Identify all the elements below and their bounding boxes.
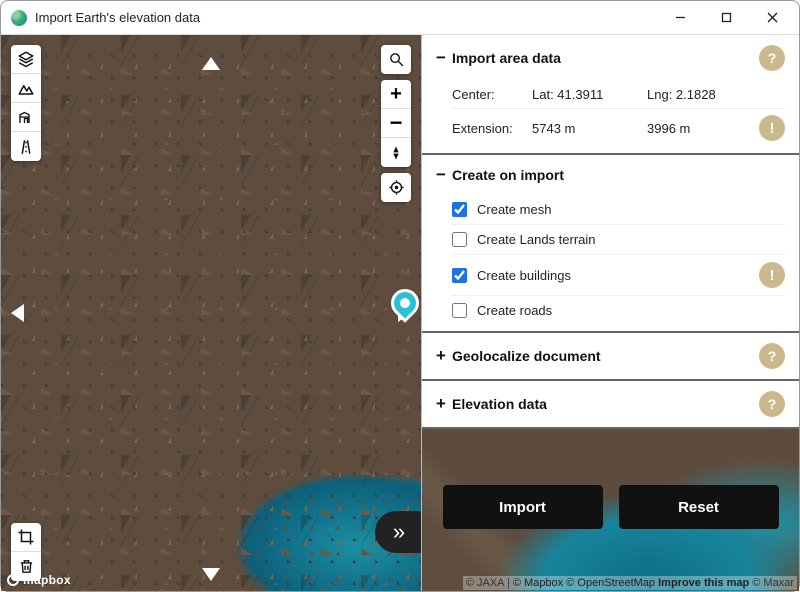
option-create-buildings: Create buildings ! [452,255,785,296]
section-create-body: Create mesh Create Lands terrain Create … [422,195,799,331]
titlebar: Import Earth's elevation data [1,1,799,35]
import-button[interactable]: Import [443,485,603,529]
mapbox-logo: mapbox [7,573,71,587]
option-create-roads: Create roads [452,296,785,325]
collapse-icon: − [436,165,452,185]
warn-button[interactable]: ! [759,115,785,141]
value-ext-h: 3996 m [647,121,759,136]
collapse-icon: − [436,48,452,68]
row-extension: Extension: 5743 m 3996 m ! [452,109,785,147]
zoom-in-button[interactable]: + [381,80,411,109]
help-button[interactable]: ? [759,45,785,71]
section-import-area-header[interactable]: − Import area data ? [422,35,799,81]
geolocate-button[interactable] [381,173,411,202]
reset-button[interactable]: Reset [619,485,779,529]
pan-south-button[interactable] [202,568,220,581]
label-center: Center: [452,87,532,102]
checkbox-label: Create mesh [477,202,551,217]
map-controls: + − [381,45,411,202]
label-extension: Extension: [452,121,532,136]
side-panel: − Import area data ? Center: Lat: 41.391… [421,35,799,591]
chevrons-right-icon: » [393,519,405,545]
section-elevation-header[interactable]: + Elevation data ? [422,381,799,427]
section-geolocalize: + Geolocalize document ? [422,333,799,381]
map-viewport[interactable]: + − » [1,35,421,591]
option-create-lands-terrain: Create Lands terrain [452,225,785,255]
attr-improve-link[interactable]: Improve this map [658,577,749,589]
roads-button[interactable] [11,132,41,161]
map-marker[interactable] [385,283,421,323]
checkbox-label: Create buildings [477,268,571,283]
attr-mapbox-link[interactable]: © Mapbox [513,577,563,589]
layers-button[interactable] [11,45,41,74]
checkbox-create-lands-terrain[interactable] [452,232,467,247]
expand-icon: + [436,394,452,414]
checkbox-label: Create roads [477,303,552,318]
help-button[interactable]: ? [759,391,785,417]
mapbox-logo-icon [7,574,19,586]
zoom-out-button[interactable]: − [381,109,411,138]
value-lng: Lng: 2.1828 [647,87,785,102]
action-bar: Import Reset [422,471,799,543]
app-window: Import Earth's elevation data [0,0,800,592]
section-import-area-body: Center: Lat: 41.3911 Lng: 2.1828 Extensi… [422,81,799,153]
compass-button[interactable] [381,138,411,167]
section-title: Geolocalize document [452,348,601,364]
checkbox-create-roads[interactable] [452,303,467,318]
search-button[interactable] [381,45,411,74]
attr-osm-link[interactable]: © OpenStreetMap [566,577,655,589]
terrain-button[interactable] [11,74,41,103]
section-title: Import area data [452,50,561,66]
checkbox-create-mesh[interactable] [452,202,467,217]
checkbox-label: Create Lands terrain [477,232,596,247]
close-button[interactable] [749,2,795,34]
left-toolbar [11,45,41,161]
section-elevation: + Elevation data ? [422,381,799,429]
minimize-button[interactable] [657,2,703,34]
value-lat: Lat: 41.3911 [532,87,647,102]
section-create-header[interactable]: − Create on import [422,155,799,195]
checkbox-create-buildings[interactable] [452,268,467,283]
window-controls [657,2,795,34]
help-button[interactable]: ? [759,343,785,369]
expand-icon: + [436,346,452,366]
crop-button[interactable] [11,523,41,552]
map-attribution: © JAXA | © Mapbox © OpenStreetMap Improv… [463,576,797,590]
section-geolocalize-header[interactable]: + Geolocalize document ? [422,333,799,379]
section-create-on-import: − Create on import Create mesh Create La… [422,155,799,333]
window-title: Import Earth's elevation data [35,10,657,25]
section-title: Create on import [452,167,564,183]
section-title: Elevation data [452,396,547,412]
app-icon [11,10,27,26]
row-center: Center: Lat: 41.3911 Lng: 2.1828 [452,81,785,109]
panel-collapse-button[interactable]: » [375,511,421,553]
option-create-mesh: Create mesh [452,195,785,225]
value-ext-w: 5743 m [532,121,647,136]
pan-north-button[interactable] [202,57,220,70]
maximize-button[interactable] [703,2,749,34]
warn-button[interactable]: ! [759,262,785,288]
section-import-area: − Import area data ? Center: Lat: 41.391… [422,35,799,155]
buildings-button[interactable] [11,103,41,132]
body: + − » [1,35,799,591]
pan-west-button[interactable] [11,304,24,322]
